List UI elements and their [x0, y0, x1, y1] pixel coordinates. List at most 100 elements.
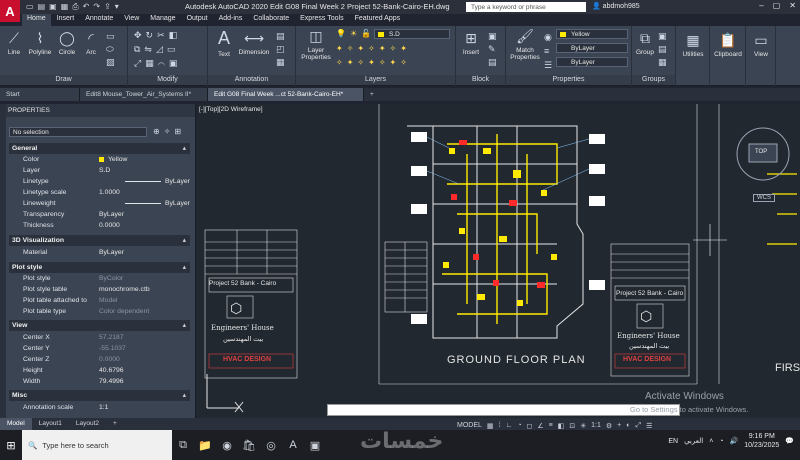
model-space-button[interactable]: MODEL: [457, 422, 482, 429]
customize-icon[interactable]: ☰: [646, 422, 652, 430]
layer-properties-button[interactable]: ◫ Layer Properties: [300, 28, 332, 61]
section-3d-visualization[interactable]: 3D Visualization ▴: [9, 235, 190, 246]
match-properties-button[interactable]: 🖌 Match Properties: [508, 28, 542, 61]
fullscreen-icon[interactable]: ⤢: [635, 422, 641, 430]
modify-row-3[interactable]: ⤢▦⌒▣: [134, 58, 181, 69]
task-view-icon[interactable]: ⧉: [172, 430, 194, 460]
network-icon[interactable]: ◔: [719, 438, 723, 445]
tab-collaborate[interactable]: Collaborate: [248, 14, 294, 26]
redo-icon[interactable]: ↷: [93, 2, 100, 12]
draw-extra-icons[interactable]: ▭ ⬭ ▨: [106, 30, 122, 69]
prop-row[interactable]: Material ByLayer: [9, 247, 190, 258]
prop-row[interactable]: Thickness 0.0000: [9, 220, 190, 231]
add-layout-button[interactable]: +: [106, 418, 124, 430]
current-layer-select[interactable]: S.D: [374, 29, 450, 39]
new-icon[interactable]: ▭: [26, 2, 34, 12]
prop-row[interactable]: Center Z 0.0000: [9, 354, 190, 365]
command-line-input[interactable]: [327, 404, 680, 416]
prop-row[interactable]: Linetype scale 1.0000: [9, 187, 190, 198]
layer-tools-row-2[interactable]: ✧✦✧✦✧✦✧: [336, 58, 411, 67]
polyline-button[interactable]: ⌇ Polyline: [26, 30, 54, 56]
layer-tools-row-1[interactable]: ✦✧✦✧✦✧✦: [336, 44, 411, 53]
view-button[interactable]: ▭ View: [748, 32, 774, 58]
otrack-icon[interactable]: ∠: [537, 422, 543, 430]
section-general[interactable]: General ▴: [9, 143, 190, 154]
windows-start-icon[interactable]: ⊞: [0, 430, 22, 460]
prop-row[interactable]: Color Yellow: [9, 154, 190, 165]
file-explorer-icon[interactable]: 📁: [194, 430, 216, 460]
prop-row[interactable]: Height 40.6796: [9, 365, 190, 376]
selection-select[interactable]: No selection: [9, 127, 147, 137]
section-misc[interactable]: Misc ▴: [9, 390, 190, 401]
dimension-button[interactable]: ⟷ Dimension: [236, 30, 272, 56]
linetype-select[interactable]: ByLayer: [556, 43, 628, 53]
minimize-icon[interactable]: –: [759, 1, 763, 10]
line-button[interactable]: ⟋ Line: [3, 30, 25, 56]
layers-panel-title[interactable]: Layers: [296, 75, 455, 85]
annotation-monitor-icon[interactable]: ✳: [580, 422, 586, 430]
grid-icon[interactable]: ▦: [487, 422, 494, 430]
insert-button[interactable]: ⊞ Insert: [458, 30, 484, 56]
tab-view[interactable]: View: [119, 14, 144, 26]
doc-tab-bank-cairo[interactable]: Edit G08 Final Week ...ct 52-Bank-Cairo-…: [208, 88, 364, 101]
prop-row[interactable]: Width 79.4996: [9, 376, 190, 387]
close-icon[interactable]: ✕: [789, 1, 796, 10]
selection-tool-icons[interactable]: ⊕✧⊞: [153, 127, 185, 136]
tab-insert[interactable]: Insert: [52, 14, 80, 26]
layer-state-icons[interactable]: 💡☀🔓: [336, 29, 375, 38]
clock[interactable]: 9:16 PM 10/23/2025: [744, 432, 779, 450]
snap-icon[interactable]: ⁞: [499, 422, 501, 429]
prop-row[interactable]: Center X 57.2187: [9, 332, 190, 343]
prop-row[interactable]: Plot style table monochrome.ctb: [9, 284, 190, 295]
tab-featured-apps[interactable]: Featured Apps: [350, 14, 406, 26]
save-as-icon[interactable]: ▦: [61, 2, 69, 12]
modify-row-2[interactable]: ⧉⇋◿▭: [134, 44, 179, 55]
layout-tab-layout1[interactable]: Layout1: [32, 418, 69, 430]
store-icon[interactable]: 🛍: [238, 430, 260, 460]
tray-up-icon[interactable]: ˄: [709, 438, 713, 445]
osnap-icon[interactable]: ◻: [527, 422, 533, 430]
autocad-taskbar-icon[interactable]: A: [282, 430, 304, 460]
search-input[interactable]: Type a keyword or phrase: [466, 2, 586, 12]
group-button[interactable]: ⧉ Group: [634, 30, 656, 56]
doc-tab-mouse-tower[interactable]: Edit8 Mouse_Tower_Air_Systems II*: [80, 88, 208, 101]
save-icon[interactable]: ▣: [49, 2, 57, 12]
lineweight-icon[interactable]: ≡: [549, 422, 553, 429]
tab-add-ins[interactable]: Add-ins: [214, 14, 248, 26]
polar-icon[interactable]: ◔: [517, 422, 521, 429]
prop-row[interactable]: Plot table attached to Model: [9, 295, 190, 306]
prop-row[interactable]: Transparency ByLayer: [9, 209, 190, 220]
properties-ribbon-title[interactable]: Properties: [506, 75, 631, 85]
undo-icon[interactable]: ↶: [83, 2, 90, 12]
edge-icon[interactable]: ◉: [216, 430, 238, 460]
tab-home[interactable]: Home: [22, 14, 51, 26]
prop-row[interactable]: Center Y -55.1037: [9, 343, 190, 354]
groups-panel-title[interactable]: Groups: [632, 75, 675, 85]
layout-tab-layout2[interactable]: Layout2: [69, 418, 106, 430]
volume-icon[interactable]: 🔊: [730, 437, 739, 445]
taskbar-search[interactable]: 🔍 Type here to search: [22, 430, 172, 460]
annotation-extra-icons[interactable]: ▤ ◰ ▦: [276, 30, 285, 69]
prop-row[interactable]: Annotation scale 1:1: [9, 402, 190, 413]
palette-side-strip[interactable]: [0, 104, 6, 418]
isolate-icon[interactable]: ◐: [626, 422, 630, 429]
user-account[interactable]: 👤 abdmoh985: [592, 2, 640, 10]
annotation-scale-button[interactable]: 1:1: [591, 422, 601, 429]
prop-row[interactable]: Layer S.D: [9, 165, 190, 176]
block-panel-title[interactable]: Block: [456, 75, 505, 85]
lineweight-select[interactable]: ByLayer: [556, 57, 628, 67]
selection-cycling-icon[interactable]: ⊡: [569, 422, 575, 430]
chrome-icon[interactable]: ◎: [260, 430, 282, 460]
drawing-canvas[interactable]: [-][Top][2D Wireframe] GROUND FLOOR PLAN…: [197, 104, 800, 418]
properties-side-icons[interactable]: ◉ ≡ ☰: [544, 30, 552, 72]
circle-button[interactable]: ◯ Circle: [56, 30, 78, 56]
arc-button[interactable]: ◜ Arc: [80, 30, 102, 56]
open-icon[interactable]: ▤: [38, 2, 46, 12]
prop-row[interactable]: Lineweight ByLayer: [9, 198, 190, 209]
doc-tab-start[interactable]: Start: [0, 88, 80, 101]
transparency-icon[interactable]: ◧: [558, 422, 565, 430]
app-icon[interactable]: ▣: [304, 430, 326, 460]
notifications-icon[interactable]: 💬: [785, 437, 794, 445]
input-language[interactable]: EN: [668, 438, 678, 445]
section-view[interactable]: View ▴: [9, 320, 190, 331]
